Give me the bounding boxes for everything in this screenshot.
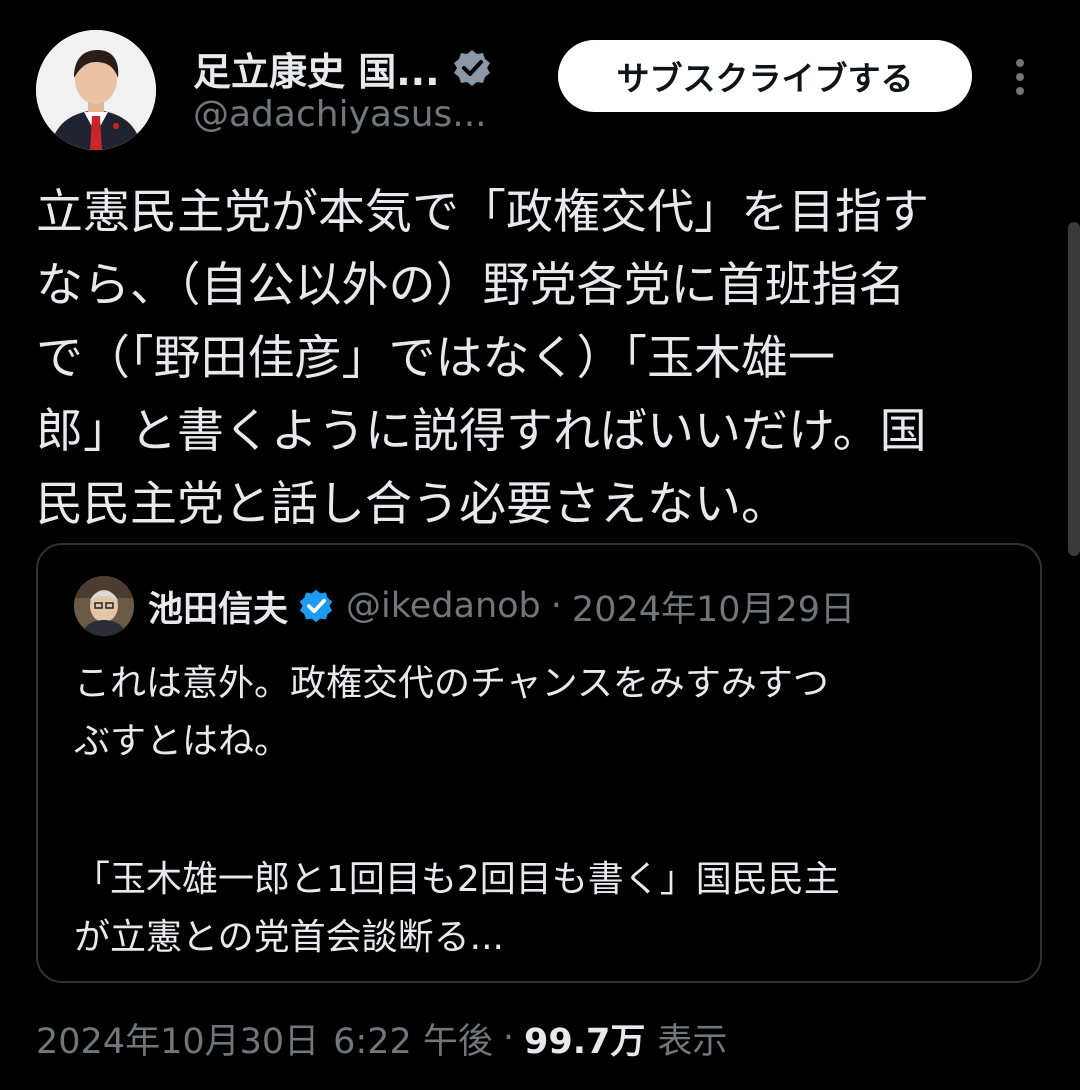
meta-separator: · <box>502 1018 515 1058</box>
author-name-row: 足立康史 国... <box>193 40 492 96</box>
views-count: 99.7万 <box>524 1021 646 1062</box>
more-options-button[interactable] <box>1000 54 1040 100</box>
verified-badge-icon <box>452 48 492 88</box>
tweet-meta: 2024年10月30日 6:22 午後 · 99.7万 表示 <box>36 1010 727 1066</box>
author-handle[interactable]: @adachiyasus... <box>193 94 487 135</box>
author-avatar[interactable] <box>36 30 156 150</box>
tweet-line: なら、（自公以外の）野党各党に首班指名 <box>36 258 906 313</box>
quoted-tweet-line: が立憲との党首会談断る... <box>74 917 504 958</box>
quoted-tweet-card[interactable]: 池田信夫 @ikedanob · 2024年10月29日 これは意外。政権交代の… <box>36 543 1042 983</box>
scrollbar[interactable] <box>1068 222 1080 556</box>
quoted-separator: · <box>550 586 562 626</box>
quoted-tweet-line: 「玉木雄一郎と1回目も2回目も書く」国民民主 <box>74 859 840 900</box>
avatar-photo-icon <box>36 30 156 150</box>
subscribe-button[interactable]: サブスクライブする <box>558 40 972 112</box>
tweet-line: 郎」と書くように説得すればいいだけ。国 <box>36 404 927 459</box>
quoted-verified-badge-icon <box>298 588 334 624</box>
quoted-tweet-date[interactable]: 2024年10月29日 <box>572 581 855 632</box>
tweet-time[interactable]: 6:22 午後 <box>333 1013 493 1064</box>
tweet-body: 立憲民主党が本気で「政権交代」を目指す なら、（自公以外の）野党各党に首班指名 … <box>36 176 1036 541</box>
views-label: 表示 <box>657 1021 728 1062</box>
quoted-tweet-blank-line <box>74 771 1014 851</box>
tweet-line: 立憲民主党が本気で「政権交代」を目指す <box>36 185 929 240</box>
more-vertical-icon <box>1016 59 1024 95</box>
tweet-header: 足立康史 国... @adachiyasus... サブスクライブする <box>0 0 1080 170</box>
author-display-name[interactable]: 足立康史 国... <box>193 41 440 96</box>
quoted-author-handle[interactable]: @ikedanob <box>346 586 541 626</box>
quoted-tweet-body: これは意外。政権交代のチャンスをみすみすつ ぶすとはね。 「玉木雄一郎と1回目も… <box>74 655 1014 967</box>
tweet-line: 民民主党と話し合う必要さえない。 <box>36 477 788 532</box>
tweet-date[interactable]: 2024年10月30日 <box>36 1013 319 1064</box>
quoted-author-name[interactable]: 池田信夫 <box>148 581 288 632</box>
quoted-tweet-line: これは意外。政権交代のチャンスをみすみすつ <box>74 663 829 704</box>
tweet-line: で（「野田佳彦」ではなく）「玉木雄一 <box>36 331 835 386</box>
quoted-author-avatar[interactable] <box>74 576 134 636</box>
quoted-avatar-photo-icon <box>74 576 134 636</box>
quoted-tweet-header: 池田信夫 @ikedanob · 2024年10月29日 <box>74 575 855 637</box>
quoted-tweet-line: ぶすとはね。 <box>74 721 291 762</box>
